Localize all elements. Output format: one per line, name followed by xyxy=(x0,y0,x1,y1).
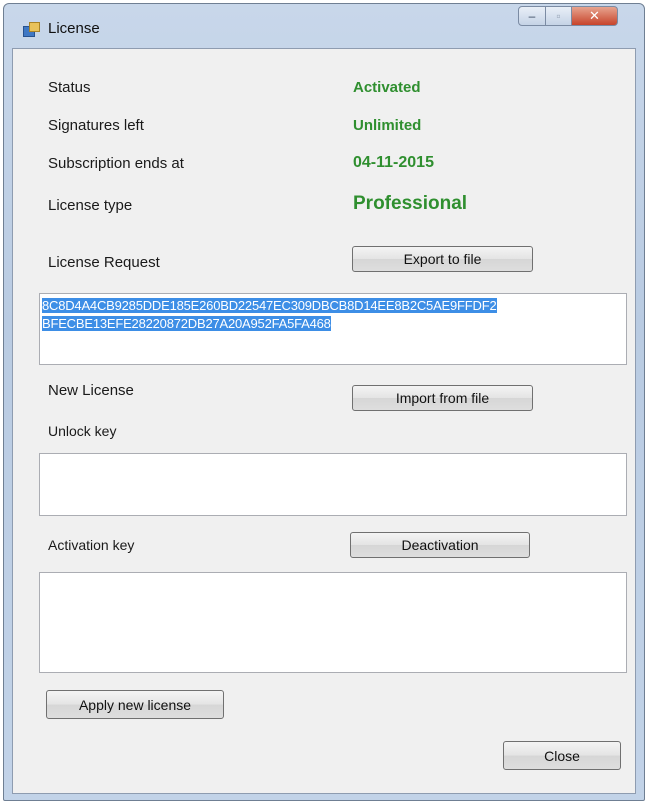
maximize-icon: ▫ xyxy=(556,9,561,23)
close-icon: ✕ xyxy=(589,8,600,23)
license-window: License ‒ ▫ ✕ Status Activated Signature… xyxy=(3,3,645,801)
license-request-textbox[interactable]: 8C8D4A4CB9285DDE185E260BD22547EC309DBCB8… xyxy=(39,293,627,365)
import-from-file-button[interactable]: Import from file xyxy=(352,385,533,411)
license-request-line-2: BFECBE13EFE28220872DB27A20A952FA5FA468 xyxy=(42,316,331,331)
unlock-key-label: Unlock key xyxy=(48,423,117,439)
signatures-left-label: Signatures left xyxy=(48,117,144,134)
activation-key-label: Activation key xyxy=(48,537,135,553)
license-app-icon xyxy=(23,22,40,37)
client-area: Status Activated Signatures left Unlimit… xyxy=(12,48,636,794)
subscription-ends-label: Subscription ends at xyxy=(48,155,184,172)
apply-new-license-button[interactable]: Apply new license xyxy=(46,690,224,719)
unlock-key-textbox[interactable] xyxy=(39,453,627,516)
signatures-left-value: Unlimited xyxy=(353,117,422,134)
license-type-value: Professional xyxy=(353,193,468,214)
license-request-label: License Request xyxy=(48,254,160,271)
status-label: Status xyxy=(48,79,91,96)
export-to-file-button[interactable]: Export to file xyxy=(352,246,533,272)
close-window-button[interactable]: ✕ xyxy=(572,6,618,26)
new-license-label: New License xyxy=(48,382,134,399)
license-type-label: License type xyxy=(48,197,133,214)
subscription-ends-value: 04-11-2015 xyxy=(353,154,434,171)
minimize-button[interactable]: ‒ xyxy=(518,6,546,26)
license-request-line-1: 8C8D4A4CB9285DDE185E260BD22547EC309DBCB8… xyxy=(42,298,497,313)
deactivation-button[interactable]: Deactivation xyxy=(350,532,530,558)
window-title: License xyxy=(48,20,100,37)
maximize-button[interactable]: ▫ xyxy=(546,6,572,26)
close-button[interactable]: Close xyxy=(503,741,621,770)
title-bar[interactable]: License ‒ ▫ ✕ xyxy=(4,4,644,48)
activation-key-textbox[interactable] xyxy=(39,572,627,673)
caption-buttons: ‒ ▫ ✕ xyxy=(518,6,618,28)
status-value: Activated xyxy=(353,79,421,96)
minimize-icon: ‒ xyxy=(528,9,536,23)
